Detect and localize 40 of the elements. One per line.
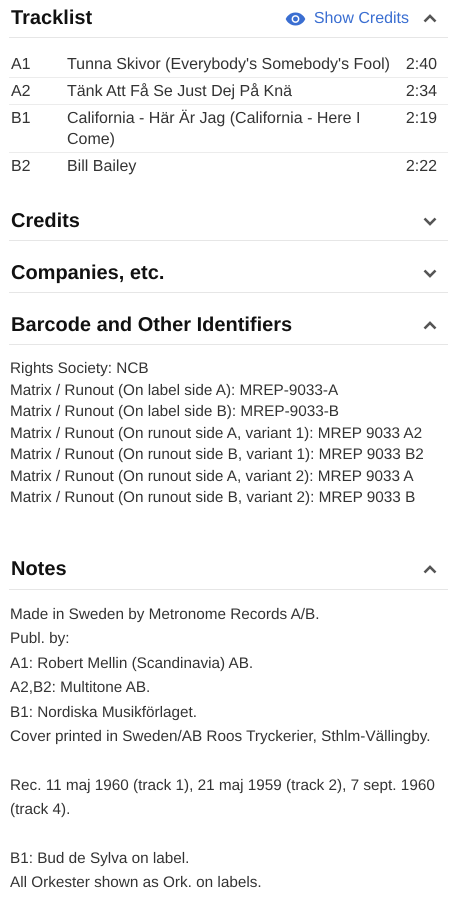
track-title: Bill Bailey [67, 157, 138, 177]
track-duration: 2:34 [406, 82, 438, 102]
chevron-down-icon[interactable] [423, 268, 437, 278]
section-heading: Barcode and Other Identifiers [11, 314, 292, 336]
identifier-line: Matrix / Runout (On runout side A, variant 2): MREP 9033 A [10, 466, 415, 486]
note-line: B1: Nordiska Musikförlaget. [10, 702, 198, 722]
track-title: California - Här Är Jag (California - Here I Come) [67, 108, 362, 150]
track-title: Tänk Att Få Se Just Dej På Knä [67, 82, 293, 102]
section-heading: Companies, etc. [11, 262, 164, 284]
track-duration: 2:19 [406, 109, 438, 129]
note-line: Cover printed in Sweden/AB Roos Tryckerier, Sthlm-Vällingby. [10, 727, 432, 747]
identifier-line: Matrix / Runout (On label side A): MREP-9033-A [10, 380, 340, 400]
chevron-up-icon[interactable] [423, 14, 437, 23]
identifier-line: Rights Society: NCB [10, 359, 150, 379]
note-line: A1: Robert Mellin (Scandinavia) AB. [10, 654, 254, 674]
note-line: Rec. 11 maj 1960 (track 1), 21 maj 1959 (track 2), 7 sept. 1960 (track 4). [10, 776, 436, 820]
note-line: All Orkester shown as Ork. on labels. [10, 873, 263, 893]
note-line: B1: Bud de Sylva on label. [10, 848, 190, 868]
chevron-up-icon[interactable] [423, 565, 437, 574]
section-heading: Tracklist [11, 7, 92, 30]
eye-icon [284, 12, 306, 26]
track-position: B1 [11, 109, 32, 129]
chevron-down-icon[interactable] [423, 216, 437, 226]
track-position: B2 [11, 157, 32, 177]
note-line: Publ. by: [10, 629, 71, 649]
identifier-line: Matrix / Runout (On runout side B, variant 2): MREP 9033 B [10, 488, 416, 508]
track-position: A1 [11, 55, 32, 75]
track-position: A2 [11, 82, 32, 102]
track-title: Tunna Skivor (Everybody's Somebody's Fool) [67, 55, 391, 75]
identifier-line: Matrix / Runout (On runout side B, variant 1): MREP 9033 B2 [10, 445, 425, 465]
track-duration: 2:22 [406, 157, 438, 177]
identifier-line: Matrix / Runout (On label side B): MREP-9033-B [10, 402, 340, 422]
show-credits-link[interactable]: Show Credits [284, 10, 409, 28]
chevron-up-icon[interactable] [423, 320, 437, 330]
note-line: A2,B2: Multitone AB. [10, 678, 152, 698]
identifier-line: Matrix / Runout (On runout side A, variant 1): MREP 9033 A2 [10, 424, 424, 444]
section-heading: Notes [11, 558, 67, 581]
note-line: Made in Sweden by Metronome Records A/B. [10, 604, 320, 624]
section-heading: Credits [11, 210, 80, 232]
track-duration: 2:40 [406, 55, 438, 75]
